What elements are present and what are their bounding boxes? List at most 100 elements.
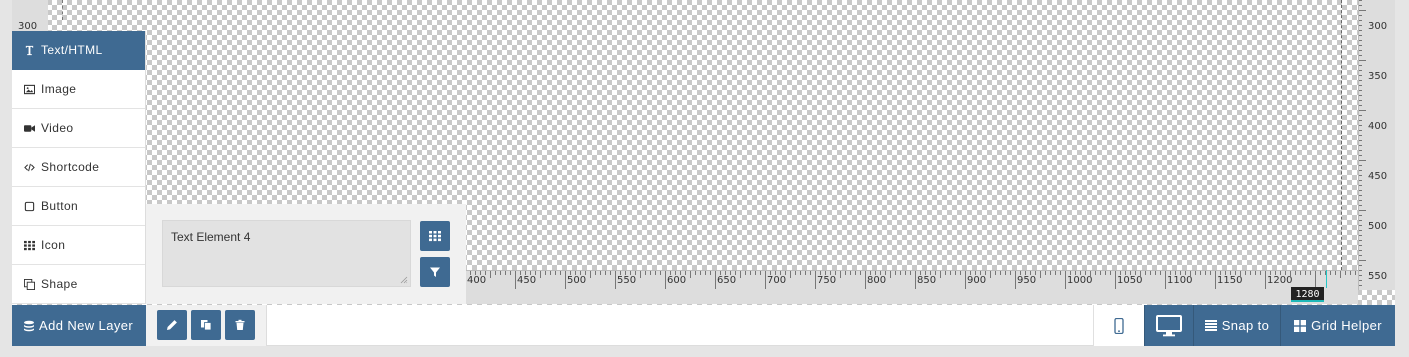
ruler-tick bbox=[995, 271, 996, 275]
ruler-tick bbox=[1359, 60, 1366, 61]
duplicate-layer-button[interactable] bbox=[191, 310, 221, 340]
ruler-tick bbox=[775, 271, 776, 275]
ruler-tick bbox=[505, 271, 506, 275]
ruler-tick bbox=[845, 271, 846, 275]
ruler-label: 1150 bbox=[1217, 275, 1243, 286]
ruler-label: 700 bbox=[767, 275, 787, 286]
ruler-tick bbox=[575, 271, 576, 275]
ruler-tick bbox=[1260, 271, 1261, 275]
ruler-tick bbox=[1210, 271, 1211, 275]
text-cursor-icon bbox=[23, 44, 36, 57]
add-new-layer-button[interactable]: Add New Layer bbox=[12, 305, 146, 346]
layer-type-button[interactable]: Button bbox=[12, 187, 145, 226]
ruler-tick bbox=[1359, 175, 1362, 176]
ruler-tick bbox=[950, 271, 951, 275]
ruler-tick bbox=[1185, 271, 1186, 275]
ruler-tick bbox=[1359, 100, 1362, 101]
ruler-tick bbox=[1160, 271, 1161, 275]
ruler-tick bbox=[500, 271, 501, 275]
ruler-tick bbox=[1359, 275, 1362, 276]
ruler-tick bbox=[1359, 130, 1362, 131]
layer-type-shape[interactable]: Shape bbox=[12, 265, 145, 304]
ruler-tick bbox=[1240, 271, 1241, 278]
ruler-tick bbox=[470, 271, 471, 275]
ruler-tick bbox=[1130, 271, 1131, 275]
ruler-label: 300 bbox=[1368, 21, 1388, 32]
layer-type-shortcode[interactable]: Shortcode bbox=[12, 148, 145, 187]
ruler-tick bbox=[1115, 271, 1116, 289]
ruler-tick bbox=[795, 271, 796, 275]
ruler-tick bbox=[780, 271, 781, 275]
ruler-tick bbox=[830, 271, 831, 275]
ruler-tick bbox=[565, 271, 566, 289]
grid-helper-label: Grid Helper bbox=[1311, 318, 1382, 333]
cursor-position-badge: 1280 bbox=[1291, 287, 1324, 302]
ruler-tick bbox=[1005, 271, 1006, 275]
vertical-ruler-left: 300 bbox=[12, 0, 48, 32]
mobile-view-button[interactable] bbox=[1093, 305, 1144, 346]
ruler-tick bbox=[860, 271, 861, 275]
ruler-tick bbox=[1359, 195, 1362, 196]
ruler-tick bbox=[1055, 271, 1056, 275]
ruler-tick bbox=[490, 271, 491, 278]
ruler-tick bbox=[910, 271, 911, 275]
image-icon bbox=[23, 83, 36, 96]
resize-handle-icon[interactable] bbox=[400, 276, 408, 284]
layer-type-icon[interactable]: Icon bbox=[12, 226, 145, 265]
layer-type-image[interactable]: Image bbox=[12, 70, 145, 109]
layer-type-video[interactable]: Video bbox=[12, 109, 145, 148]
snap-to-label: Snap to bbox=[1221, 318, 1270, 333]
ruler-tick bbox=[535, 271, 536, 275]
ruler-tick bbox=[1215, 271, 1216, 289]
layer-filter-button[interactable] bbox=[420, 257, 450, 287]
ruler-tick bbox=[1359, 235, 1362, 236]
ruler-tick bbox=[1359, 40, 1362, 41]
ruler-tick bbox=[905, 271, 906, 275]
layer-text-field[interactable]: Text Element 4 bbox=[162, 220, 411, 287]
ruler-tick bbox=[840, 271, 841, 278]
ruler-tick bbox=[1359, 265, 1362, 266]
ruler-tick bbox=[1359, 280, 1362, 281]
ruler-tick bbox=[1065, 271, 1066, 289]
ruler-tick bbox=[1359, 70, 1362, 71]
ruler-tick bbox=[820, 271, 821, 275]
ruler-tick bbox=[1105, 271, 1106, 275]
ruler-tick bbox=[1359, 55, 1362, 56]
ruler-tick bbox=[1280, 271, 1281, 275]
ruler-tick bbox=[1359, 20, 1362, 21]
layer-type-label: Video bbox=[41, 121, 74, 135]
ruler-tick bbox=[850, 271, 851, 275]
ruler-tick bbox=[1359, 105, 1362, 106]
ruler-tick bbox=[855, 271, 856, 275]
ruler-tick bbox=[1165, 271, 1166, 289]
ruler-tick bbox=[955, 271, 956, 275]
grid-helper-button[interactable]: Grid Helper bbox=[1280, 305, 1395, 346]
ruler-tick bbox=[1095, 271, 1096, 275]
ruler-tick bbox=[1090, 271, 1091, 278]
desktop-view-button[interactable] bbox=[1144, 305, 1193, 346]
ruler-tick bbox=[1085, 271, 1086, 275]
layer-actions-group bbox=[146, 305, 267, 346]
add-new-layer-label: Add New Layer bbox=[39, 318, 134, 333]
layer-grid-button[interactable] bbox=[420, 221, 450, 251]
ruler-tick bbox=[1359, 135, 1362, 136]
ruler-tick bbox=[1355, 271, 1356, 275]
delete-layer-button[interactable] bbox=[225, 310, 255, 340]
layer-type-text-html[interactable]: Text/HTML bbox=[12, 31, 145, 70]
ruler-tick bbox=[895, 271, 896, 275]
edit-layer-button[interactable] bbox=[157, 310, 187, 340]
snap-to-button[interactable]: Snap to bbox=[1193, 305, 1280, 346]
ruler-tick bbox=[670, 271, 671, 275]
ruler-tick bbox=[1170, 271, 1171, 275]
ruler-tick bbox=[1190, 271, 1191, 278]
ruler-label: 600 bbox=[667, 275, 687, 286]
ruler-tick bbox=[1359, 215, 1362, 216]
ruler-tick bbox=[805, 271, 806, 275]
layer-text-value: Text Element 4 bbox=[171, 230, 251, 244]
ruler-tick bbox=[1359, 25, 1362, 26]
ruler-tick bbox=[525, 271, 526, 275]
ruler-tick bbox=[675, 271, 676, 275]
list-lines-icon bbox=[1204, 320, 1217, 331]
ruler-tick bbox=[1060, 271, 1061, 275]
grid-icon bbox=[429, 231, 441, 242]
